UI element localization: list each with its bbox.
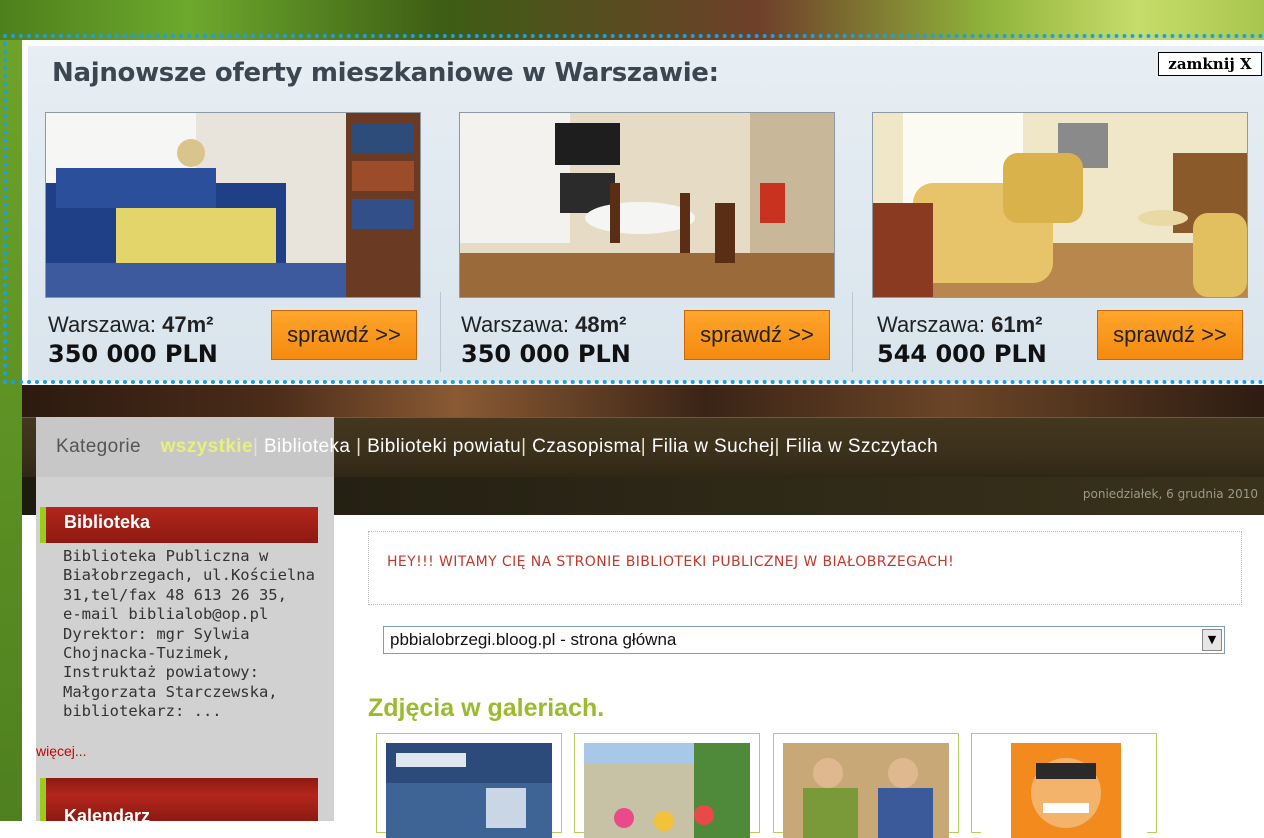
dining-room-photo: [460, 113, 834, 297]
welcome-box: HEY!!! WITAMY CIĘ NA STRONIE BIBLIOTEKI …: [368, 531, 1242, 605]
ad-title: Najnowsze oferty mieszkaniowe w Warszawi…: [52, 58, 719, 88]
info-line: Białobrzegach, ul.Kościelna: [63, 566, 315, 585]
category-nav: Kategorie wszystkie| Biblioteka | Biblio…: [56, 436, 939, 457]
page-select[interactable]: pbbialobrzegi.bloog.pl - strona główna ▼: [383, 626, 1225, 654]
category-all[interactable]: wszystkie: [161, 436, 253, 457]
gallery-thumb[interactable]: [574, 733, 760, 838]
sidebar-header-title: Kalendarz: [64, 806, 151, 821]
gallery-title: Zdjęcia w galeriach.: [368, 694, 605, 722]
category-label: Kategorie: [56, 436, 141, 457]
gallery-thumb[interactable]: [971, 733, 1157, 838]
gallery-photo: [981, 743, 1147, 838]
category-czasopisma[interactable]: Czasopisma: [532, 436, 641, 457]
ad-separator: [852, 292, 853, 372]
offer-photo[interactable]: [45, 112, 421, 298]
check-offer-button[interactable]: sprawdź >>: [684, 310, 830, 360]
lounge-photo: [873, 113, 1247, 297]
close-ad-button[interactable]: zamknij X: [1158, 52, 1262, 76]
dropdown-arrow-icon[interactable]: ▼: [1202, 629, 1222, 651]
sidebar-header-biblioteka: Biblioteka: [40, 507, 318, 543]
sidebar-header-title: Biblioteka: [64, 512, 151, 532]
category-biblioteka[interactable]: Biblioteka: [264, 436, 350, 457]
library-info: Biblioteka Publiczna w Białobrzegach, ul…: [63, 547, 325, 722]
info-line: Chojnacka-Tuzimek,: [63, 644, 231, 663]
offer-city: Warszawa: 48m²: [461, 312, 627, 337]
info-line: Instruktaż powiatowy:: [63, 663, 259, 682]
offer-city: Warszawa: 47m²: [48, 312, 214, 337]
offer-city: Warszawa: 61m²: [877, 312, 1043, 337]
more-link[interactable]: więcej...: [36, 743, 87, 759]
offer-price: 350 000 PLN: [48, 340, 218, 368]
check-offer-button[interactable]: sprawdź >>: [271, 310, 417, 360]
offer-photo[interactable]: [872, 112, 1248, 298]
info-line: bibliotekarz: ...: [63, 702, 222, 721]
info-line: Małgorzata Starczewska,: [63, 682, 278, 701]
gallery-photo: [584, 743, 750, 838]
header-wood-strip: [22, 385, 1264, 417]
info-line: Dyrektor: mgr Sylwia: [63, 624, 250, 643]
living-room-photo: [46, 113, 420, 297]
gallery-photo: [783, 743, 949, 838]
offer-price: 350 000 PLN: [461, 340, 631, 368]
category-biblioteki-powiatu[interactable]: Biblioteki powiatu: [367, 436, 521, 457]
gallery-photo: [386, 743, 552, 838]
sidebar-header-kalendarz: Kalendarz: [40, 778, 318, 821]
select-value: pbbialobrzegi.bloog.pl - strona główna: [390, 630, 677, 649]
current-date: poniedziałek, 6 grudnia 2010: [1082, 487, 1258, 501]
offer-photo[interactable]: [459, 112, 835, 298]
info-line: 31,tel/fax 48 613 26 35,: [63, 585, 287, 604]
gallery-thumb[interactable]: [376, 733, 562, 838]
offer-price: 544 000 PLN: [877, 340, 1047, 368]
category-filia-suchej[interactable]: Filia w Suchej: [652, 436, 775, 457]
category-filia-szczytach[interactable]: Filia w Szczytach: [786, 436, 939, 457]
welcome-text: HEY!!! WITAMY CIĘ NA STRONIE BIBLIOTEKI …: [387, 554, 955, 570]
info-line: Biblioteka Publiczna w: [63, 547, 269, 565]
gallery-thumb[interactable]: [773, 733, 959, 838]
check-offer-button[interactable]: sprawdź >>: [1097, 310, 1243, 360]
ad-separator: [440, 292, 441, 372]
info-line: e-mail biblialob@op.pl: [63, 605, 269, 624]
